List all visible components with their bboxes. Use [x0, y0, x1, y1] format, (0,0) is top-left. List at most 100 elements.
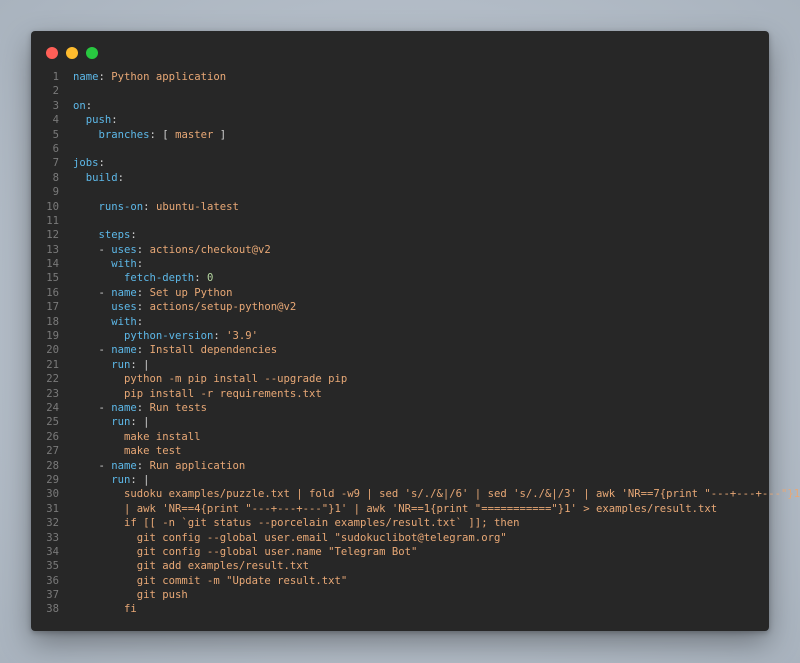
line-number: 11 [46, 214, 59, 227]
code-line: 28 - name: Run application [31, 459, 769, 473]
code-punctuation: : [136, 315, 144, 328]
line-number: 33 [46, 531, 59, 544]
line-content: fetch-depth: 0 [73, 271, 213, 285]
code-line: 38 fi [31, 602, 769, 616]
line-number: 13 [46, 243, 59, 256]
code-punctuation [73, 201, 99, 213]
code-line: 26 make install [31, 430, 769, 444]
code-punctuation: : [98, 157, 105, 170]
code-key: uses [111, 243, 137, 256]
line-number: 15 [46, 272, 59, 285]
code-value: git config --global user.name "Telegram … [73, 545, 418, 558]
line-content: build: [73, 171, 124, 185]
code-punctuation: : | [130, 358, 150, 371]
code-value: Run tests [149, 401, 207, 414]
maximize-window-button[interactable] [86, 47, 98, 59]
code-value: git commit -m "Update result.txt" [73, 574, 348, 587]
line-content: runs-on: ubuntu-latest [73, 200, 239, 214]
code-value: git push [73, 589, 188, 602]
code-punctuation: : [98, 71, 112, 83]
code-punctuation [73, 114, 86, 126]
code-punctuation [73, 258, 111, 270]
line-content: python -m pip install --upgrade pip [73, 372, 347, 386]
code-value: Set up Python [149, 286, 233, 299]
code-line: 11 [31, 214, 769, 228]
line-content: push: [73, 113, 118, 127]
code-key: name [111, 459, 137, 472]
code-value: sudoku examples/puzzle.txt | fold -w9 | … [73, 488, 800, 501]
minimize-window-button[interactable] [66, 47, 78, 59]
code-line: 34 git config --global user.name "Telegr… [31, 545, 769, 559]
code-line: 32 if [[ -n `git status --porcelain exam… [31, 516, 769, 530]
line-content: run: | [73, 473, 149, 487]
line-content: if [[ -n `git status --porcelain example… [73, 516, 519, 530]
code-number: 0 [206, 272, 214, 285]
code-punctuation: : [85, 99, 93, 112]
line-content: fi [73, 602, 137, 616]
code-line: 37 git push [31, 588, 769, 602]
code-punctuation: - [73, 243, 112, 256]
line-content: python-version: '3.9' [73, 329, 258, 343]
code-punctuation: - [73, 459, 112, 472]
line-content: on: [73, 99, 92, 113]
code-key: name [111, 286, 137, 299]
code-punctuation: : [136, 301, 150, 314]
code-punctuation: : [136, 401, 150, 414]
code-punctuation [73, 330, 124, 342]
line-number: 22 [46, 373, 59, 386]
line-number: 10 [46, 200, 59, 213]
code-line: 7 jobs: [31, 156, 769, 170]
code-punctuation [73, 359, 111, 371]
code-punctuation: : [136, 243, 150, 256]
code-line: 18 with: [31, 315, 769, 329]
code-key: run [111, 416, 131, 429]
line-number: 25 [46, 416, 59, 429]
line-number: 24 [46, 401, 59, 414]
line-number: 28 [46, 459, 59, 472]
code-line: 5 branches: [ master ] [31, 128, 769, 142]
close-window-button[interactable] [46, 47, 58, 59]
code-value: if [[ -n `git status --porcelain example… [73, 517, 520, 530]
line-content: - name: Run tests [73, 401, 207, 415]
code-punctuation: : [143, 200, 156, 213]
code-key: python-version [124, 330, 214, 343]
code-punctuation [73, 229, 99, 241]
code-punctuation [73, 474, 111, 486]
code-punctuation: - [73, 286, 112, 299]
code-punctuation [73, 316, 111, 328]
line-number: 4 [52, 114, 59, 127]
code-value: master [175, 128, 214, 141]
line-number: 21 [46, 358, 59, 371]
code-value: git add examples/result.txt [73, 560, 309, 573]
line-number: 9 [52, 186, 59, 199]
line-number: 17 [46, 301, 59, 314]
code-value: pip install -r requirements.txt [73, 387, 322, 400]
code-value: ubuntu-latest [155, 200, 239, 213]
line-content: name: Python application [73, 70, 226, 84]
line-content: make test [73, 444, 181, 458]
code-line: 29 run: | [31, 473, 769, 487]
line-content: git push [73, 588, 188, 602]
code-key: build [85, 171, 118, 184]
line-number: 16 [46, 286, 59, 299]
line-number: 27 [46, 445, 59, 458]
code-punctuation: : [136, 344, 150, 357]
line-number: 5 [52, 128, 59, 141]
code-value: actions/checkout@v2 [149, 243, 271, 256]
code-punctuation: : [136, 286, 150, 299]
code-line: 14 with: [31, 257, 769, 271]
code-punctuation: : [194, 272, 207, 285]
code-punctuation [73, 416, 111, 428]
code-key: name [73, 71, 99, 83]
code-line: 30 sudoku examples/puzzle.txt | fold -w9… [31, 487, 800, 501]
code-line: 21 run: | [31, 358, 769, 372]
code-line: 24 - name: Run tests [31, 401, 769, 415]
code-line: 17 uses: actions/setup-python@v2 [31, 300, 769, 314]
line-number: 7 [52, 157, 59, 170]
line-number: 8 [52, 171, 59, 184]
line-content: - name: Run application [73, 459, 246, 473]
line-content: sudoku examples/puzzle.txt | fold -w9 | … [73, 487, 800, 501]
code-punctuation [73, 301, 111, 313]
code-punctuation: : [117, 171, 125, 184]
line-content: - name: Install dependencies [73, 343, 278, 357]
